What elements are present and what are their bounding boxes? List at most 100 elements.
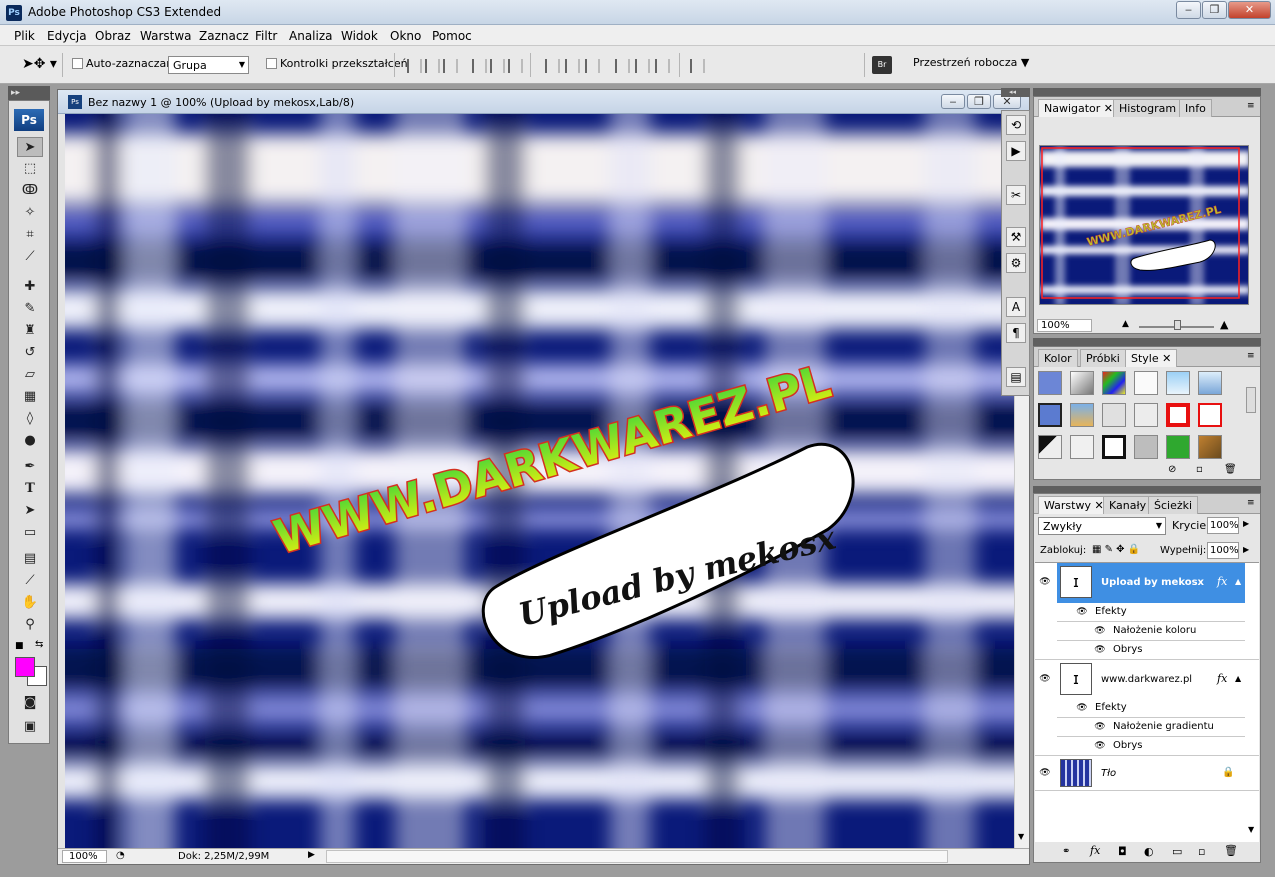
navigator-grip[interactable] — [1033, 88, 1261, 96]
fx-icon[interactable]: fx — [1217, 672, 1227, 685]
path-selection-tool-icon[interactable]: ➤ — [17, 501, 43, 521]
magic-wand-tool-icon[interactable]: ✧ — [17, 203, 43, 223]
screen-mode-icon[interactable]: ▣ — [17, 717, 43, 737]
layer-row-background[interactable]: 👁 Tło 🔒 — [1035, 755, 1259, 791]
styles-grip[interactable] — [1033, 338, 1261, 346]
fx-icon[interactable]: fx — [1217, 575, 1227, 588]
swap-colors-icon[interactable]: ⇆ — [35, 639, 43, 650]
eyedropper-tool-icon[interactable]: ⟋ — [17, 571, 43, 591]
brush-tool-icon[interactable]: ✎ — [17, 299, 43, 319]
move-tool-icon[interactable]: ➤ — [17, 137, 43, 157]
gradient-tool-icon[interactable]: ▦ — [17, 387, 43, 407]
healing-brush-tool-icon[interactable]: ✚ — [17, 277, 43, 297]
menu-edycja[interactable]: Edycja — [47, 29, 87, 43]
tab-kolor[interactable]: Kolor — [1038, 349, 1078, 367]
auto-select-checkbox[interactable] — [72, 58, 83, 69]
workspace-button[interactable]: Przestrzeń robocza ▼ — [913, 56, 1029, 69]
clone-source-icon[interactable]: ⚙ — [1006, 253, 1026, 273]
horizontal-scrollbar[interactable] — [326, 850, 948, 863]
effect-row[interactable]: 👁 Obrys — [1057, 641, 1245, 660]
move-tool-preset-icon[interactable]: ➤✥ ▾ — [22, 56, 57, 72]
style-swatch[interactable] — [1102, 403, 1126, 427]
distribute-right-icon[interactable] — [655, 59, 670, 73]
doc-minimize-button[interactable]: ‒ — [941, 94, 965, 109]
align-bottom-icon[interactable] — [443, 59, 458, 73]
opacity-field[interactable]: 100% — [1207, 517, 1239, 534]
tool-presets-icon[interactable]: ✂ — [1006, 185, 1026, 205]
menu-zaznacz[interactable]: Zaznacz — [199, 29, 249, 43]
style-swatch[interactable] — [1166, 435, 1190, 459]
doc-restore-button[interactable]: ❐ — [967, 94, 991, 109]
opacity-arrow-icon[interactable]: ▶ — [1243, 519, 1249, 528]
menu-pomoc[interactable]: Pomoc — [432, 29, 472, 43]
toolbox-grip[interactable]: ▸▸ — [8, 86, 50, 100]
history-panel-icon[interactable]: ⟲ — [1006, 115, 1026, 135]
menu-widok[interactable]: Widok — [341, 29, 378, 43]
style-swatch[interactable] — [1134, 371, 1158, 395]
auto-select-dropdown[interactable]: Grupa — [168, 56, 249, 74]
status-icon[interactable]: ◔ — [116, 850, 125, 861]
zoom-slider-thumb[interactable] — [1174, 320, 1181, 330]
menu-warstwa[interactable]: Warstwa — [140, 29, 192, 43]
visibility-eye-icon[interactable]: 👁 — [1093, 741, 1107, 751]
delete-style-icon[interactable]: 🗑 — [1224, 464, 1237, 475]
visibility-eye-icon[interactable]: 👁 — [1075, 703, 1089, 713]
style-swatch[interactable] — [1070, 435, 1094, 459]
style-swatch[interactable] — [1070, 403, 1094, 427]
style-swatch[interactable] — [1134, 435, 1158, 459]
effects-row[interactable]: 👁 Efekty — [1057, 699, 1245, 718]
tab-info[interactable]: Info — [1179, 99, 1212, 117]
style-swatch[interactable] — [1102, 435, 1126, 459]
styles-scrollbar[interactable] — [1246, 387, 1256, 413]
visibility-eye-icon[interactable]: 👁 — [1093, 722, 1107, 732]
eraser-tool-icon[interactable]: ▱ — [17, 365, 43, 385]
new-layer-icon[interactable]: ▫ — [1198, 845, 1205, 858]
panel-menu-icon[interactable]: ≡ — [1247, 101, 1255, 111]
no-style-icon[interactable]: ⊘ — [1168, 464, 1176, 475]
quick-mask-icon[interactable]: ◙ — [17, 693, 43, 713]
pen-tool-icon[interactable]: ✒ — [17, 457, 43, 477]
fill-field[interactable]: 100% — [1207, 542, 1239, 559]
distribute-bottom-icon[interactable] — [585, 59, 600, 73]
tab-warstwy[interactable]: Warstwy ✕ — [1038, 496, 1110, 514]
marquee-tool-icon[interactable]: ⬚ — [17, 159, 43, 179]
visibility-eye-icon[interactable]: 👁 — [1038, 674, 1052, 684]
crop-tool-icon[interactable]: ⌗ — [17, 225, 43, 245]
style-swatch[interactable] — [1134, 403, 1158, 427]
visibility-eye-icon[interactable]: 👁 — [1093, 645, 1107, 655]
align-top-icon[interactable] — [407, 59, 422, 73]
actions-panel-icon[interactable]: ▶ — [1006, 141, 1026, 161]
effect-row[interactable]: 👁 Nałożenie koloru — [1057, 622, 1245, 641]
foreground-color-swatch[interactable] — [15, 657, 35, 677]
effect-row[interactable]: 👁 Obrys — [1057, 737, 1245, 756]
add-mask-icon[interactable]: ◘ — [1118, 845, 1127, 858]
history-brush-tool-icon[interactable]: ↺ — [17, 343, 43, 363]
align-left-icon[interactable] — [472, 59, 487, 73]
lasso-tool-icon[interactable]: ↂ — [17, 181, 43, 201]
menu-filtr[interactable]: Filtr — [255, 29, 277, 43]
effect-row[interactable]: 👁 Nałożenie gradientu — [1057, 718, 1245, 737]
style-swatch[interactable] — [1102, 371, 1126, 395]
add-style-icon[interactable]: fx — [1090, 844, 1100, 857]
document-titlebar[interactable]: Ps Bez nazwy 1 @ 100% (Upload by mekosx,… — [58, 90, 1029, 114]
blur-tool-icon[interactable]: ◊ — [17, 409, 43, 429]
close-button[interactable]: ✕ — [1228, 1, 1271, 19]
collapse-arrow-icon[interactable]: ▲ — [1235, 674, 1241, 683]
tab-histogram[interactable]: Histogram — [1113, 99, 1183, 117]
tab-kanaly[interactable]: Kanały — [1103, 496, 1153, 514]
zoom-out-icon[interactable]: ▲ — [1122, 319, 1129, 329]
style-swatch[interactable] — [1038, 371, 1062, 395]
align-vcenter-icon[interactable] — [425, 59, 440, 73]
new-style-icon[interactable]: ▫ — [1196, 464, 1203, 475]
shape-tool-icon[interactable]: ▭ — [17, 523, 43, 543]
tab-nawigator[interactable]: Nawigator ✕ — [1038, 99, 1120, 117]
style-swatch[interactable] — [1038, 435, 1062, 459]
menu-okno[interactable]: Okno — [390, 29, 421, 43]
transform-controls-checkbox[interactable] — [266, 58, 277, 69]
clone-stamp-tool-icon[interactable]: ♜ — [17, 321, 43, 341]
collapse-arrow-icon[interactable]: ▲ — [1235, 577, 1241, 586]
menu-analiza[interactable]: Analiza — [289, 29, 333, 43]
minimize-button[interactable]: ‒ — [1176, 1, 1201, 19]
new-group-icon[interactable]: ▭ — [1172, 845, 1182, 858]
menu-plik[interactable]: Plik — [14, 29, 35, 43]
